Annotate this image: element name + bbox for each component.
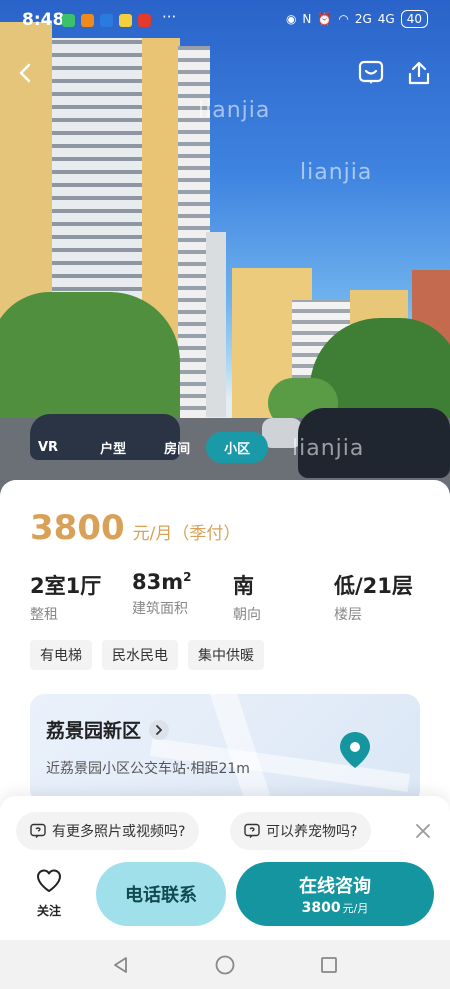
chevron-right-icon — [149, 719, 170, 740]
listing-stats: 2室1厅 整租 83m2 建筑面积 南 朝向 低/21层 楼层 — [30, 570, 430, 630]
stat-value: 2室1厅 — [30, 574, 102, 598]
stat-label: 楼层 — [334, 607, 362, 623]
price-unit: 元/月（季付） — [132, 524, 241, 544]
consult-price-unit: 元/月 — [342, 902, 369, 915]
close-questions-button[interactable] — [414, 822, 432, 844]
signal-2g: 2G — [354, 12, 372, 26]
question-icon — [244, 823, 260, 838]
stat-value: 低/21层 — [334, 574, 413, 598]
community-nearby: 近荔景园小区公交车站·相距21m — [46, 761, 250, 777]
battery-icon: 40 — [400, 10, 428, 28]
alarm-icon: ⏰ — [317, 12, 333, 26]
question-icon — [30, 823, 46, 838]
tab-vr[interactable]: VR — [24, 434, 72, 461]
community-name[interactable]: 荔景园新区 — [46, 716, 170, 743]
back-arrow-icon — [19, 63, 31, 83]
feature-tag: 民水民电 — [102, 640, 178, 670]
consult-price-value: 3800 — [301, 900, 341, 916]
community-name-text: 荔景园新区 — [46, 720, 142, 742]
stat-floor: 低/21层 楼层 — [334, 570, 413, 624]
stat-value: 83m2 — [132, 570, 191, 594]
signal-4g: 4G — [377, 12, 395, 26]
status-right: ◉ N ⏰ ◠ 2G 4G 40 — [286, 10, 428, 28]
map-pin-icon[interactable] — [338, 730, 372, 774]
wifi-icon: ◠ — [338, 12, 349, 26]
nav-back-icon[interactable] — [111, 955, 131, 975]
feedback-button[interactable] — [354, 56, 388, 90]
status-bar: 8:48 ··· ◉ N ⏰ ◠ 2G 4G 40 — [0, 0, 450, 40]
community-card[interactable]: 荔景园新区 近荔景园小区公交车站·相距21m — [30, 694, 420, 804]
tab-community[interactable]: 小区 — [206, 432, 269, 463]
system-nav-bar — [0, 940, 450, 989]
watermark: lianjia — [198, 98, 271, 123]
feature-tags: 有电梯 民水民电 集中供暖 — [30, 640, 264, 670]
share-button[interactable] — [402, 56, 436, 90]
more-notifications-icon: ··· — [162, 8, 177, 26]
media-tabs: VR 户型 房间 小区 — [24, 432, 269, 463]
app-icon — [119, 14, 132, 27]
tab-floorplan[interactable]: 户型 — [86, 432, 140, 463]
nfc-icon: N — [302, 12, 312, 26]
watermark: lianjia — [300, 160, 373, 185]
wechat-icon — [62, 14, 75, 27]
building — [206, 232, 226, 417]
question-chip[interactable]: 有更多照片或视频吗? — [16, 812, 200, 850]
eye-icon: ◉ — [285, 12, 297, 26]
status-time: 8:48 — [22, 10, 65, 30]
notification-icons — [62, 14, 151, 27]
nav-recents-icon[interactable] — [319, 955, 339, 975]
area-value: 83m — [132, 570, 184, 594]
app-icon — [81, 14, 94, 27]
feature-tag: 有电梯 — [30, 640, 92, 670]
smile-chat-icon — [358, 60, 384, 84]
stat-label: 整租 — [30, 607, 58, 623]
consult-price: 3800 元/月 — [236, 900, 434, 916]
app-icon — [100, 14, 113, 27]
price-value: 3800 — [30, 508, 125, 548]
online-consult-button[interactable]: 在线咨询 3800 元/月 — [236, 862, 434, 926]
tab-rooms[interactable]: 房间 — [150, 432, 204, 463]
feature-tag: 集中供暖 — [188, 640, 264, 670]
stat-layout: 2室1厅 整租 — [30, 570, 101, 624]
price-row: 3800 元/月（季付） — [30, 508, 240, 548]
stat-orientation: 南 朝向 — [233, 570, 261, 624]
heart-icon — [37, 869, 61, 892]
stat-label: 建筑面积 — [132, 601, 188, 617]
app-icon — [138, 14, 151, 27]
close-icon — [416, 824, 430, 838]
stat-value: 南 — [233, 574, 254, 598]
back-button[interactable] — [8, 56, 42, 90]
question-text: 有更多照片或视频吗? — [52, 824, 186, 840]
call-button[interactable]: 电话联系 — [96, 862, 226, 926]
favorite-button[interactable]: 关注 — [30, 868, 68, 919]
nav-home-icon[interactable] — [214, 954, 236, 976]
stat-area: 83m2 建筑面积 — [132, 570, 191, 618]
area-unit-sup: 2 — [183, 570, 192, 584]
watermark: lianjia — [292, 436, 365, 461]
consult-label: 在线咨询 — [299, 876, 371, 897]
share-icon — [408, 61, 430, 85]
bottom-action-panel: 有更多照片或视频吗? 可以养宠物吗? 关注 电话联系 在线咨询 3800 元/月 — [0, 796, 450, 946]
stat-label: 朝向 — [233, 607, 261, 623]
question-text: 可以养宠物吗? — [266, 824, 358, 840]
question-chip[interactable]: 可以养宠物吗? — [230, 812, 372, 850]
favorite-label: 关注 — [36, 904, 61, 918]
